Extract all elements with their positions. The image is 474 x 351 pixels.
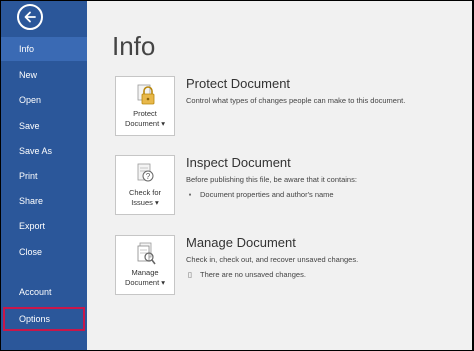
nav-account[interactable]: Account [1,280,87,304]
manage-document-label: Manage Document ▾ [116,268,174,288]
manage-bullet-item: ▯ There are no unsaved changes. [186,270,306,279]
protect-document-button[interactable]: Protect Document ▾ [115,76,175,136]
nav-new[interactable]: New [1,63,87,87]
section-description: Control what types of changes people can… [186,96,406,105]
arrow-left-icon [24,11,36,23]
chevron-down-icon: ▾ [161,119,166,128]
nav-share[interactable]: Share [1,189,87,213]
nav-export[interactable]: Export [1,214,87,238]
inspect-bullet-item: ▪ Document properties and author's name [186,190,334,199]
tile-label-line1: Manage [131,268,159,277]
section-description: Before publishing this file, be aware th… [186,175,357,184]
bullet-icon: ▪ [188,190,192,199]
manage-document-icon [137,242,156,265]
nav-options[interactable]: Options [3,307,85,331]
check-for-issues-button[interactable]: ? Check for Issues ▾ [115,155,175,215]
backstage-window: Info New Open Save Save As Print Share E… [1,1,472,350]
nav-save[interactable]: Save [1,114,87,138]
tile-label-line2: Document [124,119,160,128]
bullet-text: There are no unsaved changes. [200,270,306,279]
section-description: Check in, check out, and recover unsaved… [186,255,359,264]
tile-label-line1: Protect [133,109,157,118]
nav-close[interactable]: Close [1,240,87,264]
nav-info[interactable]: Info [1,37,87,61]
backstage-sidebar: Info New Open Save Save As Print Share E… [1,1,87,350]
svg-text:?: ? [146,172,151,181]
inspect-document-section: ? Check for Issues ▾ Inspect Document Be… [115,155,472,215]
bullet-text: Document properties and author's name [200,190,334,199]
page-title: Info [112,31,156,61]
document-icon: ▯ [187,270,193,279]
chevron-down-icon: ▾ [161,278,166,287]
manage-document-section: Manage Document ▾ Manage Document Check … [115,235,472,295]
protect-document-section: Protect Document ▾ Protect Document Cont… [115,76,472,136]
nav-open[interactable]: Open [1,88,87,112]
section-title: Inspect Document [186,155,291,170]
check-for-issues-label: Check for Issues ▾ [116,188,174,208]
tile-label-line2: Document [124,278,160,287]
info-panel: Info Protect Document ▾ Protect Document… [87,1,472,350]
protect-document-label: Protect Document ▾ [116,109,174,129]
manage-document-button[interactable]: Manage Document ▾ [115,235,175,295]
back-button[interactable] [17,4,43,30]
nav-print[interactable]: Print [1,164,87,188]
tile-label-line1: Check for [128,188,162,197]
lock-icon [137,84,155,105]
section-title: Manage Document [186,235,296,250]
chevron-down-icon: ▾ [155,198,159,207]
inspect-document-icon: ? [137,163,154,182]
nav-save-as[interactable]: Save As [1,139,87,163]
section-title: Protect Document [186,76,291,91]
tile-label-line2: Issues [131,198,153,207]
